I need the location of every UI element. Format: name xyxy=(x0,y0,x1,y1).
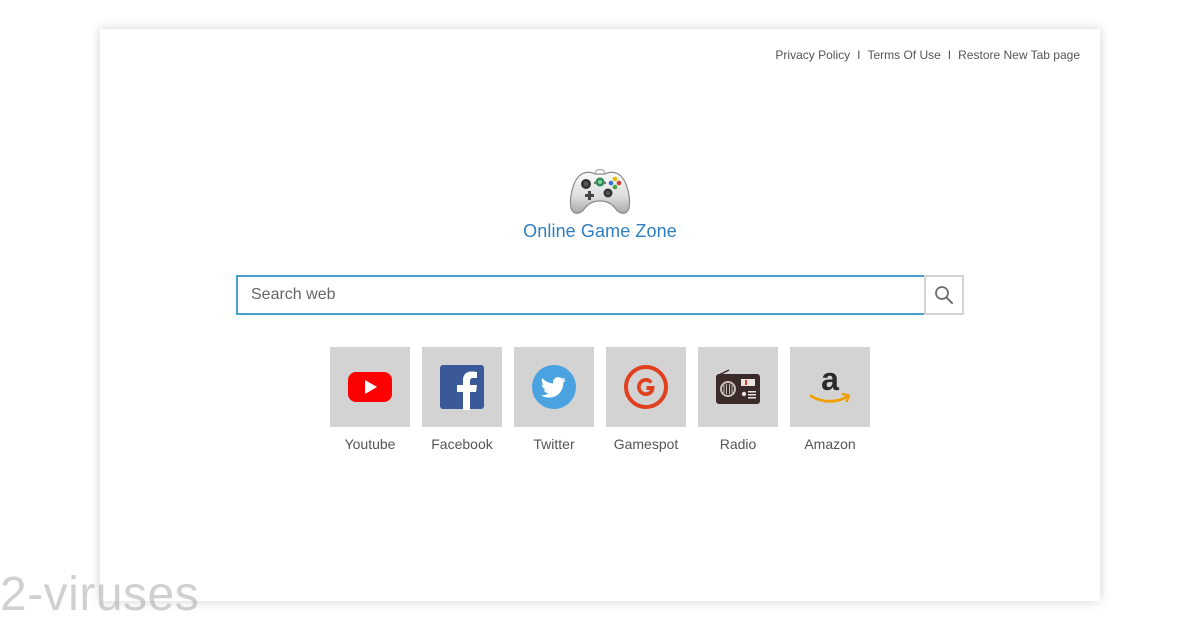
twitter-icon xyxy=(532,365,576,409)
restore-new-tab-link[interactable]: Restore New Tab page xyxy=(958,48,1080,62)
search-bar xyxy=(236,275,964,315)
tile-label: Youtube xyxy=(344,436,396,452)
logo: Online Game Zone xyxy=(100,162,1100,242)
tile-label: Gamespot xyxy=(613,436,679,452)
tile-label: Amazon xyxy=(804,436,856,452)
tile-facebook[interactable]: Facebook xyxy=(422,347,502,452)
tile-youtube-box xyxy=(330,347,410,427)
tile-gamespot-box xyxy=(606,347,686,427)
logo-title: Online Game Zone xyxy=(523,221,677,241)
gamespot-icon xyxy=(624,365,668,409)
link-separator: I xyxy=(857,48,861,62)
privacy-policy-link[interactable]: Privacy Policy xyxy=(775,48,850,62)
tile-gamespot[interactable]: Gamespot xyxy=(606,347,686,452)
youtube-icon xyxy=(348,372,392,402)
amazon-icon: a xyxy=(809,365,851,403)
tile-radio-box xyxy=(698,347,778,427)
tile-twitter-box xyxy=(514,347,594,427)
gamepad-icon xyxy=(569,169,631,214)
tile-facebook-box xyxy=(422,347,502,427)
tile-amazon-box: a xyxy=(790,347,870,427)
tile-amazon[interactable]: a Amazon xyxy=(790,347,870,452)
facebook-icon xyxy=(440,365,484,410)
svg-text:a: a xyxy=(821,365,839,397)
link-separator: I xyxy=(947,48,952,62)
footer-links: Privacy Policy I Terms Of Use I Restore … xyxy=(775,48,1080,62)
tile-radio[interactable]: Radio xyxy=(698,347,778,452)
tile-youtube[interactable]: Youtube xyxy=(330,347,410,452)
tile-label: Radio xyxy=(719,436,757,452)
search-icon xyxy=(935,286,954,304)
terms-of-use-link[interactable]: Terms Of Use xyxy=(867,48,940,62)
search-input[interactable] xyxy=(236,275,925,315)
tile-label: Facebook xyxy=(431,436,493,452)
tile-twitter[interactable]: Twitter xyxy=(514,347,594,452)
search-button[interactable] xyxy=(924,275,964,315)
tile-label: Twitter xyxy=(533,436,575,452)
radio-icon xyxy=(716,369,760,404)
quick-links: Youtube Facebook Twitter Gamespot Radio … xyxy=(100,347,1100,452)
watermark: 2-viruses xyxy=(0,568,200,621)
new-tab-page: Privacy Policy I Terms Of Use I Restore … xyxy=(100,29,1100,601)
